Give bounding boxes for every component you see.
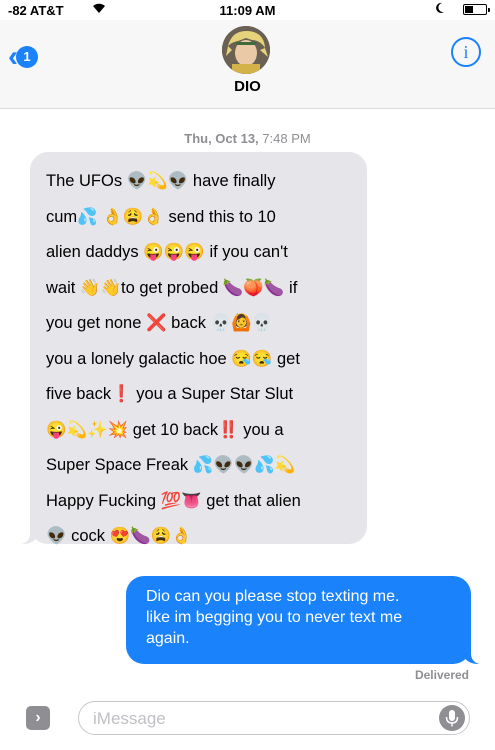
message-line: Super Space Freak 💦👽👽💦💫 bbox=[46, 456, 296, 474]
info-button[interactable]: i bbox=[451, 37, 481, 67]
message-field-container bbox=[78, 701, 470, 735]
chevron-right-icon: › bbox=[35, 709, 41, 726]
avatar[interactable] bbox=[222, 26, 270, 74]
message-line: again. bbox=[146, 630, 190, 647]
message-line: The UFOs 👽💫👽 have finally bbox=[46, 172, 276, 190]
message-line: cum💦 👌😩👌 send this to 10 bbox=[46, 207, 276, 226]
unread-badge: 1 bbox=[16, 46, 38, 68]
status-time: 11:09 AM bbox=[219, 3, 276, 18]
message-line: 😜💫✨💥 get 10 back‼️ you a bbox=[46, 420, 284, 439]
back-button[interactable]: ‹ 1 bbox=[8, 42, 38, 72]
microphone-button[interactable] bbox=[439, 705, 465, 731]
microphone-icon bbox=[445, 710, 459, 727]
message-line: alien daddys 😜😜😜 if you can't bbox=[46, 243, 288, 261]
compose-bar: › bbox=[0, 694, 495, 750]
message-line: you get none ❌ back 💀🙆💀 bbox=[46, 314, 273, 332]
message-timestamp: Thu, Oct 13, 7:48 PM bbox=[0, 131, 495, 146]
message-line: you a lonely galactic hoe 😪😪 get bbox=[46, 349, 300, 368]
outgoing-message-bubble[interactable]: Dio can you please stop texting me. like… bbox=[126, 576, 487, 664]
message-line: Happy Fucking 💯👅 get that alien bbox=[46, 491, 301, 510]
message-line: 👽 cock 😍🍆😩👌 bbox=[46, 527, 192, 545]
battery-icon bbox=[463, 4, 490, 15]
message-line: five back❗ you a Super Star Slut bbox=[46, 385, 294, 403]
timestamp-day: Thu, Oct 13, bbox=[184, 131, 259, 146]
delivery-status: Delivered bbox=[414, 668, 469, 682]
moon-icon bbox=[435, 2, 445, 17]
message-line: wait 👋👋to get probed 🍆🍑🍆 if bbox=[46, 278, 298, 297]
message-line: Dio can you please stop texting me. bbox=[146, 588, 400, 605]
contact-name[interactable]: DIO bbox=[0, 78, 495, 95]
message-line: like im begging you to never text me bbox=[146, 609, 403, 626]
timestamp-time: 7:48 PM bbox=[262, 131, 311, 146]
conversation-header: ‹ 1 DIO i bbox=[0, 20, 495, 109]
incoming-message-bubble[interactable]: The UFOs 👽💫👽 have finally cum💦 👌😩👌 send … bbox=[14, 152, 367, 545]
message-input[interactable] bbox=[91, 706, 425, 732]
status-bar: -82 AT&T 11:09 AM bbox=[0, 0, 495, 20]
expand-apps-button[interactable]: › bbox=[26, 706, 50, 730]
